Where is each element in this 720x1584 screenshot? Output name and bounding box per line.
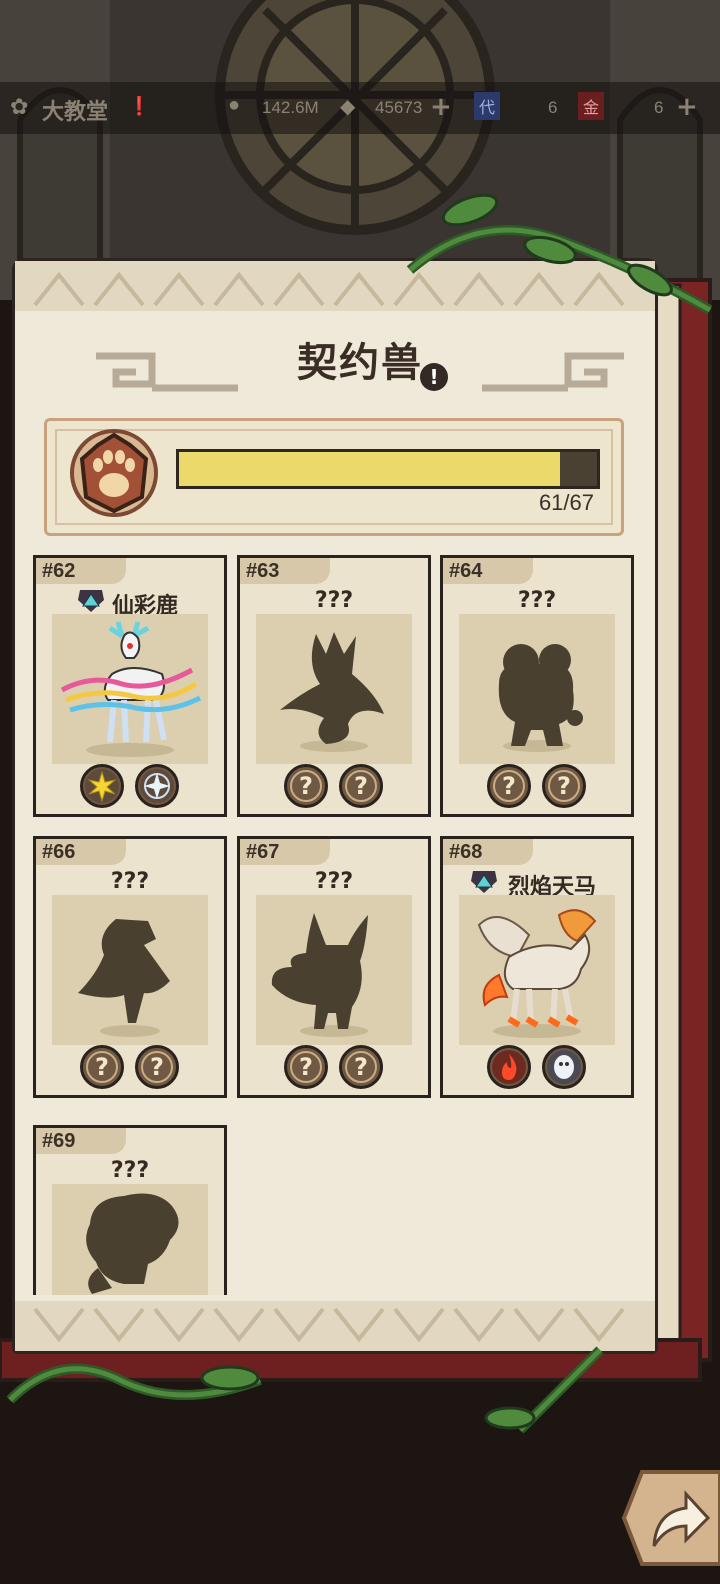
collection-progress-bar [176, 449, 600, 489]
beast-card[interactable]: #63????? [237, 555, 431, 817]
beast-name: ??? [314, 869, 354, 894]
vine-decoration-top [406, 193, 713, 315]
beast-card-grid: #62 仙彩鹿 #63????? #64????? #66????? #67????? #6… [0, 555, 720, 1295]
fire-icon[interactable] [487, 1045, 531, 1089]
element-triangle-icon [471, 871, 497, 893]
item2-count: 6 [654, 98, 664, 117]
beast-name: ??? [314, 588, 354, 613]
unknown-skill-icon[interactable]: ? [80, 1045, 124, 1089]
unknown-skill-icon[interactable]: ? [135, 1045, 179, 1089]
unknown-skill-icon[interactable]: ? [284, 1045, 328, 1089]
beast-portrait [459, 895, 615, 1045]
next-page-button[interactable] [620, 1468, 720, 1568]
beast-card[interactable]: #64????? [440, 555, 634, 817]
beast-card[interactable]: #66????? [33, 836, 227, 1098]
beast-name: ??? [110, 869, 150, 894]
beast-silhouette [256, 614, 412, 764]
beast-number: #67 [240, 839, 330, 865]
beast-card[interactable]: #69??? [33, 1125, 227, 1295]
unknown-skill-icon[interactable]: ? [284, 764, 328, 808]
unknown-skill-icon[interactable]: ? [339, 1045, 383, 1089]
beast-silhouette [459, 614, 615, 764]
crystal-amount: 45673 [375, 98, 423, 117]
crystal-icon: ◆ [340, 96, 356, 118]
item2-badge-icon: 金 [578, 92, 605, 120]
item1-count: 6 [548, 98, 558, 117]
add-crystal-button[interactable]: + [430, 92, 452, 122]
location-title: 大教堂 [42, 100, 109, 125]
beast-number: #64 [443, 558, 533, 584]
unknown-skill-icon[interactable]: ? [487, 764, 531, 808]
unknown-skill-icon[interactable]: ? [339, 764, 383, 808]
paw-emblem-icon [70, 429, 158, 517]
sun-icon[interactable] [80, 764, 124, 808]
beast-number: #66 [36, 839, 126, 865]
spirit-icon[interactable] [542, 1045, 586, 1089]
beast-card[interactable]: #68 烈焰天马 [440, 836, 634, 1098]
info-button[interactable]: ! [420, 363, 448, 391]
beast-card[interactable]: #67????? [237, 836, 431, 1098]
gold-amount: 142.6M [262, 98, 319, 117]
beast-silhouette [256, 895, 412, 1045]
beast-name: ??? [517, 588, 557, 613]
beast-number: #69 [36, 1128, 126, 1154]
star-compass-icon[interactable] [135, 764, 179, 808]
beast-name: ??? [110, 1158, 150, 1183]
resource-bar: ✿ 大教堂 ❗ ● 142.6M ◆ 45673 + 代 6 金 6 + [0, 82, 720, 134]
beast-number: #62 [36, 558, 126, 584]
beast-number: #68 [443, 839, 533, 865]
add-item-button[interactable]: + [676, 92, 698, 122]
element-triangle-icon [78, 590, 104, 612]
beast-silhouette [52, 1184, 208, 1295]
progress-fill [179, 452, 560, 486]
beast-card[interactable]: #62 仙彩鹿 [33, 555, 227, 817]
vine-decoration-bottom [6, 1346, 604, 1434]
item1-badge-icon: 代 [474, 92, 501, 120]
progress-count: 61/67 [538, 490, 594, 515]
unknown-skill-icon[interactable]: ? [542, 764, 586, 808]
beast-number: #63 [240, 558, 330, 584]
gear-icon[interactable]: ✿ [10, 94, 28, 120]
beast-silhouette [52, 895, 208, 1045]
alert-icon[interactable]: ❗ [128, 96, 150, 117]
beast-portrait [52, 614, 208, 764]
gold-coin-icon: ● [228, 94, 241, 116]
